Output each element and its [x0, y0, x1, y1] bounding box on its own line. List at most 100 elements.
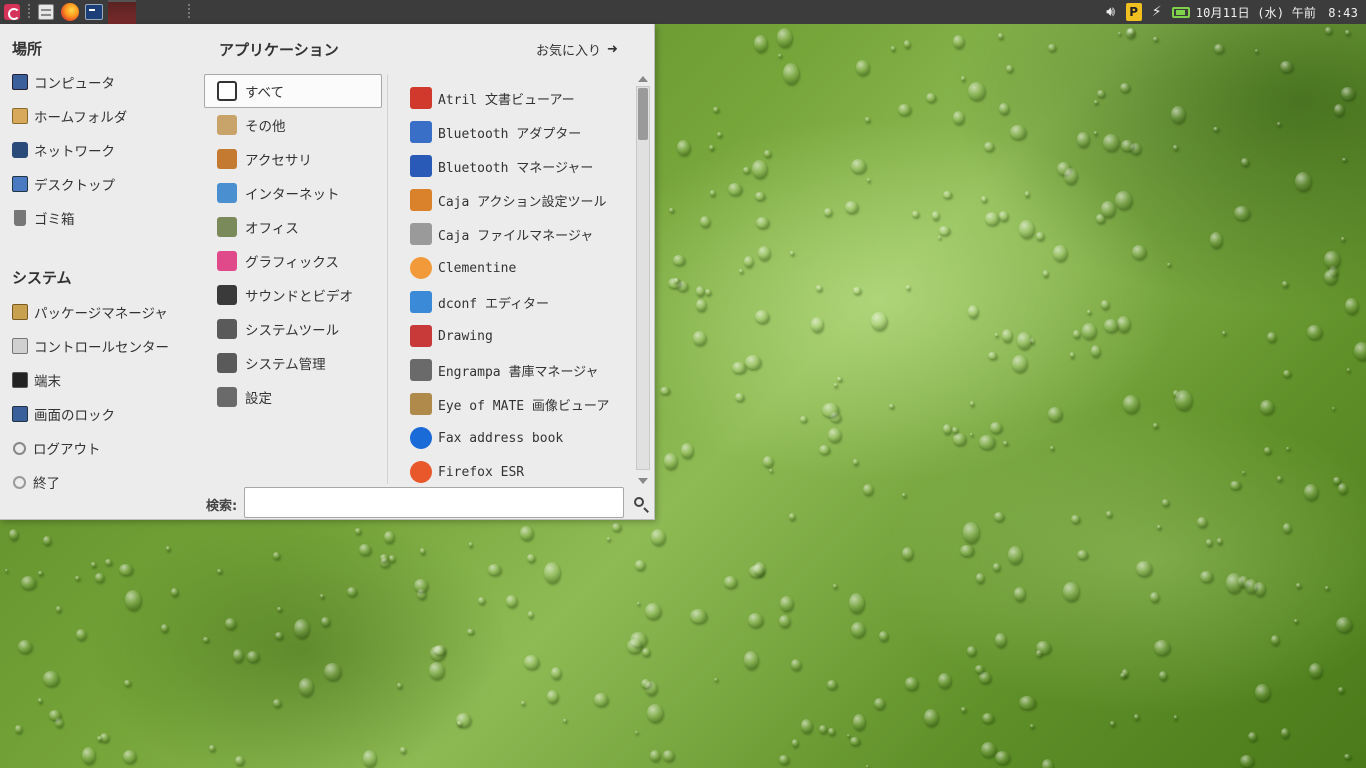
app-item[interactable]: Drawing [404, 319, 632, 353]
category-label: システム管理 [245, 357, 326, 373]
scrollbar-thumb[interactable] [638, 88, 648, 140]
place-item-trash[interactable]: ゴミ箱 [12, 204, 198, 232]
place-item-desktop[interactable]: デスクトップ [12, 170, 198, 198]
system-tools-icon [217, 319, 237, 339]
app-item[interactable]: Bluetooth アダプター [404, 115, 632, 149]
firefox-icon [410, 461, 432, 483]
search-button[interactable] [628, 491, 650, 513]
category-item[interactable]: 設定 [204, 380, 382, 414]
category-item[interactable]: インターネット [204, 176, 382, 210]
engrampa-icon [410, 359, 432, 381]
app-label: Caja アクション設定ツール [438, 194, 607, 210]
place-item-label: ゴミ箱 [34, 212, 75, 228]
office-icon [217, 217, 237, 237]
place-item-label: コンピュータ [34, 76, 115, 92]
category-item[interactable]: グラフィックス [204, 244, 382, 278]
category-item[interactable]: すべて [204, 74, 382, 108]
search-input[interactable] [244, 487, 624, 518]
category-item[interactable]: オフィス [204, 210, 382, 244]
terminal-launcher[interactable] [82, 0, 106, 24]
terminal-icon [12, 372, 28, 388]
app-item[interactable]: Engrampa 書庫マネージャ [404, 353, 632, 387]
app-list-scrollbar[interactable] [636, 74, 650, 486]
app-item[interactable]: Caja アクション設定ツール [404, 183, 632, 217]
file-manager-launcher[interactable] [34, 0, 58, 24]
app-item[interactable]: Caja ファイルマネージャ [404, 217, 632, 251]
clock[interactable]: 10月11日 (水) 午前 8:43 [1196, 4, 1358, 21]
menu-button[interactable] [0, 0, 24, 24]
category-label: サウンドとビデオ [245, 289, 353, 305]
category-label: 設定 [245, 391, 272, 407]
category-item[interactable]: システムツール [204, 312, 382, 346]
volume-icon[interactable]: 🔊︎ [1102, 3, 1120, 21]
graphics-icon [217, 251, 237, 271]
application-menu: 場所 コンピュータ ホームフォルダ ネットワーク デスクトップ ゴミ箱 システム… [0, 24, 655, 520]
app-label: Bluetooth アダプター [438, 126, 582, 142]
app-label: Eye of MATE 画像ビューア [438, 398, 610, 414]
package-icon [12, 304, 28, 320]
atril-icon [410, 87, 432, 109]
app-item[interactable]: Firefox ESR [404, 455, 632, 485]
favorites-button[interactable]: お気に入り ➜ [536, 40, 618, 59]
app-item[interactable]: Atril 文書ビューアー [404, 81, 632, 115]
app-item[interactable]: Bluetooth マネージャー [404, 149, 632, 183]
category-label: アクセサリ [245, 153, 312, 169]
accessories-icon [217, 149, 237, 169]
app-item[interactable]: Eye of MATE 画像ビューア [404, 387, 632, 421]
app-item[interactable]: Clementine [404, 251, 632, 285]
system-item-shutdown[interactable]: 終了 [12, 468, 198, 496]
app-label: Fax address book [438, 430, 564, 446]
drawing-icon [410, 325, 432, 347]
scroll-down-arrow-icon[interactable] [638, 478, 648, 484]
bluetooth-manager-icon [410, 155, 432, 177]
desktop-icon [12, 176, 28, 192]
settings-icon [217, 387, 237, 407]
taskbar-item[interactable] [108, 0, 136, 24]
firefox-launcher[interactable] [58, 0, 82, 24]
app-label: Bluetooth マネージャー [438, 160, 594, 176]
system-item-control-center[interactable]: コントロールセンター [12, 332, 198, 360]
search-label: 検索: [206, 499, 238, 514]
category-item[interactable]: アクセサリ [204, 142, 382, 176]
input-method-icon[interactable]: P [1125, 3, 1142, 21]
top-panel: 🔊︎ P ⚡︎ 10月11日 (水) 午前 8:43 [0, 0, 1366, 24]
system-item-package-manager[interactable]: パッケージマネージャ [12, 298, 198, 326]
category-item[interactable]: その他 [204, 108, 382, 142]
control-center-icon [12, 338, 28, 354]
sound-video-icon [217, 285, 237, 305]
place-item-label: デスクトップ [34, 178, 115, 194]
application-list: Atril 文書ビューアー Bluetooth アダプター Bluetooth マネ… [404, 81, 632, 485]
category-label: すべて [245, 85, 285, 101]
home-folder-icon [12, 108, 28, 124]
place-item-home[interactable]: ホームフォルダ [12, 102, 198, 130]
network-icon [12, 142, 28, 158]
app-label: dconf エディター [438, 296, 550, 312]
system-tray: 🔊︎ P ⚡︎ 10月11日 (水) 午前 8:43 [1102, 0, 1366, 24]
caja-actions-icon [410, 189, 432, 211]
arrow-right-icon: ➜ [607, 42, 618, 57]
place-item-computer[interactable]: コンピュータ [12, 68, 198, 96]
place-item-network[interactable]: ネットワーク [12, 136, 198, 164]
scroll-up-arrow-icon[interactable] [638, 76, 648, 82]
app-item[interactable]: dconf エディター [404, 285, 632, 319]
panel-separator [28, 4, 30, 20]
app-item[interactable]: Fax address book [404, 421, 632, 455]
other-icon [217, 115, 237, 135]
system-item-terminal[interactable]: 端末 [12, 366, 198, 394]
app-label: Drawing [438, 328, 493, 344]
category-item[interactable]: サウンドとビデオ [204, 278, 382, 312]
system-item-label: コントロールセンター [34, 340, 169, 356]
app-label: Atril 文書ビューアー [438, 92, 575, 108]
system-item-label: ログアウト [33, 442, 101, 458]
computer-icon [12, 74, 28, 90]
system-item-logout[interactable]: ログアウト [12, 434, 198, 462]
terminal-icon [85, 4, 103, 20]
battery-icon[interactable] [1171, 6, 1190, 18]
places-title: 場所 [12, 40, 43, 58]
system-item-lock-screen[interactable]: 画面のロック [12, 400, 198, 428]
category-item[interactable]: システム管理 [204, 346, 382, 380]
place-item-label: ネットワーク [34, 144, 115, 160]
system-item-label: パッケージマネージャ [34, 306, 168, 322]
scrollbar-track[interactable] [636, 86, 650, 470]
network-icon[interactable]: ⚡︎ [1148, 3, 1166, 21]
